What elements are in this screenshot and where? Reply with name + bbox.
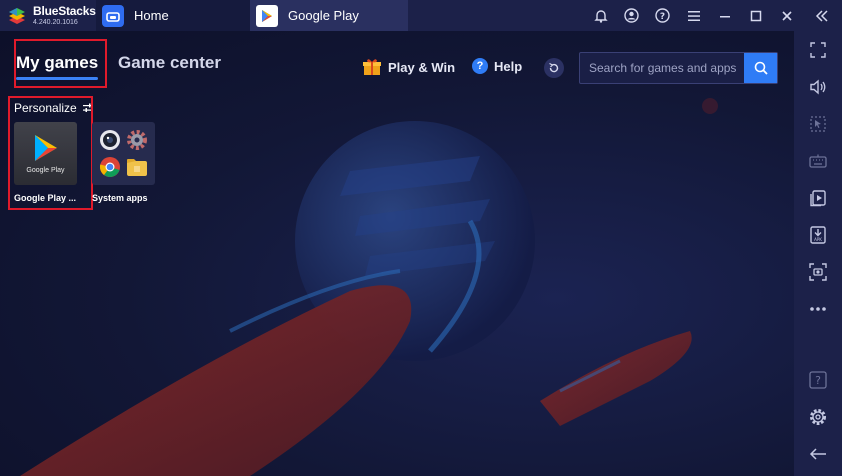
play-win-link[interactable]: Play & Win <box>362 58 455 76</box>
home-icon <box>102 4 124 27</box>
help-icon[interactable]: ? <box>647 0 678 31</box>
multi-instance-icon[interactable] <box>794 179 842 216</box>
search-input[interactable] <box>580 53 744 83</box>
google-play-tile-image: Google Play <box>14 122 77 185</box>
play-win-label: Play & Win <box>388 59 456 75</box>
background-artwork <box>20 98 718 476</box>
main-content: My games Game center Play & Win ? Help S… <box>0 31 794 476</box>
apk-install-icon[interactable]: APK <box>794 216 842 253</box>
search-button[interactable] <box>744 53 777 83</box>
search-bar <box>579 52 778 84</box>
more-icon[interactable] <box>794 290 842 327</box>
app-tile-system-apps[interactable]: System apps <box>92 122 155 203</box>
keyboard-icon[interactable] <box>794 142 842 179</box>
bluestacks-logo-icon <box>9 7 25 24</box>
maximize-icon[interactable] <box>740 0 771 31</box>
google-play-icon <box>256 4 278 27</box>
minimize-icon[interactable] <box>709 0 740 31</box>
camera-icon <box>99 129 120 150</box>
chrome-icon <box>99 157 120 178</box>
tab-home[interactable]: Home <box>96 0 250 31</box>
menu-icon[interactable] <box>678 0 709 31</box>
folder-icon <box>127 159 148 177</box>
search-icon <box>754 61 768 75</box>
app-version: 4.240.20.1016 <box>33 19 78 26</box>
google-play-tile-text: Google Play <box>26 167 65 174</box>
brand: BlueStacks 4.240.20.1016 <box>0 0 96 31</box>
help-link[interactable]: ? Help <box>472 58 522 74</box>
tab-game-center[interactable]: Game center <box>118 53 221 73</box>
tab-google-play[interactable]: Google Play <box>250 0 408 31</box>
system-apps-tile-image <box>92 122 155 185</box>
svg-text:?: ? <box>660 12 665 22</box>
help-circle-icon: ? <box>472 58 488 74</box>
bell-icon[interactable] <box>585 0 616 31</box>
svg-text:APK: APK <box>814 237 822 242</box>
fullscreen-icon[interactable] <box>794 31 842 68</box>
settings-icon[interactable] <box>794 398 842 435</box>
app-name: BlueStacks <box>33 4 96 18</box>
google-play-logo-icon <box>34 135 57 161</box>
window-controls: ? <box>585 0 842 31</box>
highlight-my-games <box>14 39 107 88</box>
screenshot-icon[interactable] <box>794 253 842 290</box>
sidebar-help-icon[interactable]: ? <box>794 361 842 398</box>
account-icon[interactable] <box>616 0 647 31</box>
close-icon[interactable] <box>771 0 802 31</box>
tab-home-label: Home <box>134 8 169 23</box>
app-label-system-apps: System apps <box>92 193 148 203</box>
svg-text:?: ? <box>815 374 821 387</box>
right-sidebar: APK ? <box>794 31 842 476</box>
refresh-icon <box>549 62 559 73</box>
tab-google-play-label: Google Play <box>288 8 359 23</box>
app-tile-google-play[interactable]: Google Play Google Play ... <box>14 122 77 203</box>
collapse-icon[interactable] <box>802 0 842 31</box>
help-label: Help <box>494 58 523 74</box>
volume-icon[interactable] <box>794 68 842 105</box>
settings-gear-icon <box>127 129 148 150</box>
pointer-icon[interactable] <box>794 105 842 142</box>
gift-icon <box>363 59 381 75</box>
title-bar: BlueStacks 4.240.20.1016 Home Google Pla… <box>0 0 842 31</box>
refresh-button[interactable] <box>544 58 564 78</box>
app-label-google-play: Google Play ... <box>14 193 77 203</box>
back-icon[interactable] <box>794 435 842 472</box>
